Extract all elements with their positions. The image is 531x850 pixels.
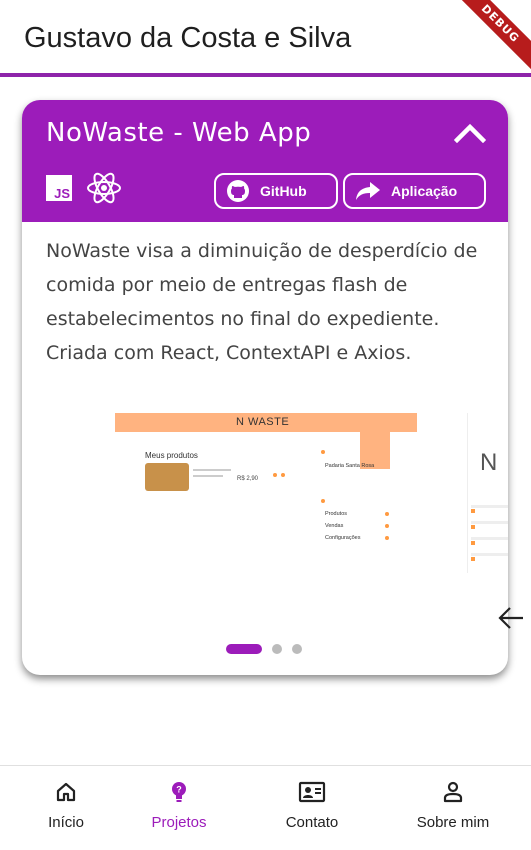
project-card-header[interactable]: NoWaste - Web App JS GitHub Aplicação <box>22 100 508 222</box>
react-icon <box>86 171 122 205</box>
nav-item-sobre-mim[interactable]: Sobre mim <box>387 766 519 850</box>
nav-label: Projetos <box>151 814 207 831</box>
nav-label: Início <box>48 814 84 831</box>
app-bar-divider <box>0 73 531 77</box>
javascript-label: JS <box>54 186 70 201</box>
screenshot-action-dot <box>281 473 285 477</box>
nav-item-contato[interactable]: Contato <box>246 766 378 850</box>
app-bar: Gustavo da Costa e Silva <box>0 0 531 78</box>
preview-marker <box>471 509 475 513</box>
chevron-up-icon[interactable] <box>450 114 490 150</box>
nav-label: Contato <box>285 814 339 831</box>
share-arrow-icon <box>356 182 380 200</box>
screenshot-heading: Meus produtos <box>145 451 198 460</box>
project-card: NoWaste - Web App JS GitHub Aplicação No… <box>22 100 508 675</box>
person-icon <box>443 781 463 803</box>
nav-label: Sobre mim <box>416 814 490 831</box>
home-icon <box>56 782 76 802</box>
github-button[interactable]: GitHub <box>214 173 338 209</box>
project-description: NoWaste visa a diminuição de desperdício… <box>46 240 478 364</box>
arrow-left-icon[interactable] <box>497 605 525 631</box>
screenshot-dot <box>385 524 389 528</box>
app-title: Gustavo da Costa e Silva <box>24 22 352 54</box>
preview-marker <box>471 525 475 529</box>
screenshot-dot <box>321 499 325 503</box>
bottom-navigation-bar: Início ? Projetos Contato Sobre mim <box>0 765 531 850</box>
screenshot-side-item: Produtos <box>325 511 348 517</box>
contact-card-icon <box>298 781 326 803</box>
nav-item-projetos[interactable]: ? Projetos <box>113 766 245 850</box>
carousel-slide-screenshot: N WASTE Meus produtos R$ 2,90 Padaria Sa… <box>115 413 417 573</box>
screenshot-logo: N WASTE <box>236 416 290 428</box>
carousel-slide-next-preview: N <box>467 413 508 573</box>
svg-text:?: ? <box>176 785 182 795</box>
lightbulb-icon: ? <box>172 782 186 802</box>
screenshot-shop: Padaria Santa Rosa <box>325 463 375 469</box>
carousel-indicator <box>226 644 302 654</box>
open-app-button[interactable]: Aplicação <box>343 173 486 209</box>
screenshot-side-item: Configurações <box>325 535 361 541</box>
github-label: GitHub <box>260 183 307 199</box>
preview-marker <box>471 557 475 561</box>
project-screenshot-carousel[interactable]: N WASTE Meus produtos R$ 2,90 Padaria Sa… <box>22 413 508 623</box>
screenshot-side-item: Vendas <box>325 523 344 529</box>
screenshot-action-dot <box>273 473 277 477</box>
preview-logo-letter: N <box>480 449 498 476</box>
preview-field <box>471 505 508 508</box>
carousel-dot[interactable] <box>292 644 302 654</box>
screenshot-product-image <box>145 463 189 491</box>
screenshot-text-line <box>193 475 223 477</box>
screenshot-price: R$ 2,90 <box>237 476 259 482</box>
preview-field <box>471 537 508 540</box>
preview-field <box>471 553 508 556</box>
app-label: Aplicação <box>391 183 458 199</box>
github-icon <box>227 180 249 202</box>
preview-field <box>471 521 508 524</box>
javascript-icon: JS <box>46 175 72 201</box>
carousel-dot-active[interactable] <box>226 644 262 654</box>
preview-marker <box>471 541 475 545</box>
screenshot-dot <box>385 536 389 540</box>
project-title: NoWaste - Web App <box>46 118 312 148</box>
carousel-dot[interactable] <box>272 644 282 654</box>
screenshot-text-line <box>193 469 231 471</box>
screenshot-dot <box>385 512 389 516</box>
screenshot-dot <box>321 450 325 454</box>
